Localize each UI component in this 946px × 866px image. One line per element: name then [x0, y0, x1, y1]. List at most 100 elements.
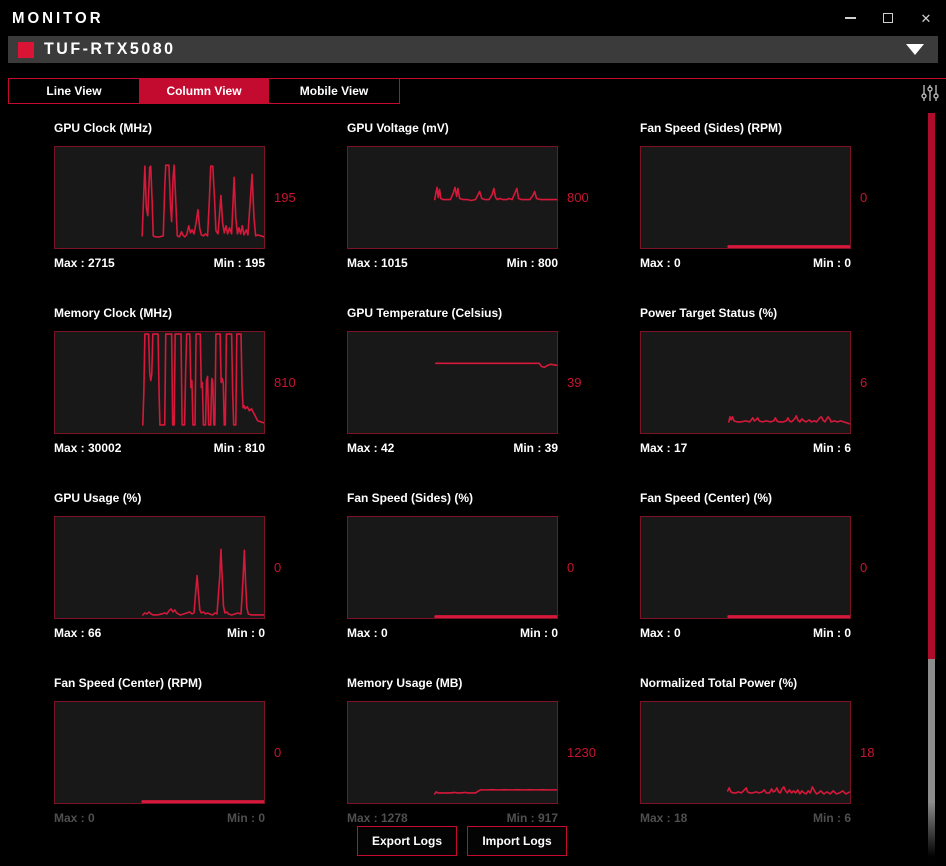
- sparkline: [641, 147, 850, 248]
- chart-title: Power Target Status (%): [640, 306, 778, 320]
- tab-mobile-view[interactable]: Mobile View: [269, 79, 399, 103]
- chart-min-label: Min : 0: [227, 811, 265, 825]
- device-selector[interactable]: TUF-RTX5080: [8, 36, 938, 63]
- chart-card: GPU Clock (MHz) 195 Max : 2715 Min : 195: [54, 105, 347, 290]
- chart-title: Fan Speed (Center) (%): [640, 491, 773, 505]
- sparkline: [348, 147, 557, 248]
- chart-card: Fan Speed (Center) (RPM) 0 Max : 0 Min :…: [54, 660, 347, 845]
- device-color-swatch: [18, 41, 34, 58]
- chart-area: [347, 331, 558, 434]
- scrollbar-thumb[interactable]: [928, 113, 935, 659]
- close-button[interactable]: ✕: [918, 10, 934, 26]
- chart-row: 0: [640, 146, 933, 249]
- monitor-window: MONITOR ✕ TUF-RTX5080 Line View Column V…: [0, 0, 946, 866]
- scrollbar-track[interactable]: [928, 659, 935, 857]
- chart-card: Normalized Total Power (%) 18 Max : 18 M…: [640, 660, 933, 845]
- chart-area: [347, 516, 558, 619]
- chart-row: 0: [54, 516, 347, 619]
- chart-min-label: Min : 39: [513, 441, 558, 455]
- chart-maxmin-row: Max : 66 Min : 0: [54, 626, 265, 640]
- sliders-icon[interactable]: [920, 84, 940, 102]
- restore-button[interactable]: [880, 10, 896, 26]
- sparkline: [641, 517, 850, 618]
- chart-row: 6: [640, 331, 933, 434]
- chart-min-label: Min : 195: [213, 256, 265, 270]
- chart-maxmin-row: Max : 0 Min : 0: [54, 811, 265, 825]
- chart-max-label: Max : 0: [640, 256, 681, 270]
- chart-current-value: 0: [860, 560, 868, 575]
- chart-grid: GPU Clock (MHz) 195 Max : 2715 Min : 195…: [54, 105, 933, 845]
- chart-current-value: 18: [860, 745, 875, 760]
- chart-row: 1230: [347, 701, 640, 804]
- chart-maxmin-row: Max : 42 Min : 39: [347, 441, 558, 455]
- chart-current-value: 810: [274, 375, 296, 390]
- chart-title: GPU Voltage (mV): [347, 121, 449, 135]
- export-logs-button[interactable]: Export Logs: [357, 826, 457, 856]
- chart-title: GPU Clock (MHz): [54, 121, 153, 135]
- tab-line-view[interactable]: Line View: [9, 79, 139, 103]
- chart-current-value: 0: [860, 190, 868, 205]
- chart-current-value: 0: [274, 560, 282, 575]
- footer-buttons: Export Logs Import Logs: [357, 826, 567, 856]
- chart-max-label: Max : 17: [640, 441, 688, 455]
- chart-max-label: Max : 0: [347, 626, 388, 640]
- chart-row: 195: [54, 146, 347, 249]
- chart-max-label: Max : 1278: [347, 811, 408, 825]
- chart-row: 0: [640, 516, 933, 619]
- sparkline: [641, 332, 850, 433]
- chart-max-label: Max : 30002: [54, 441, 122, 455]
- chart-area: [54, 516, 265, 619]
- chart-min-label: Min : 810: [213, 441, 265, 455]
- chart-max-label: Max : 18: [640, 811, 688, 825]
- chart-area: [54, 331, 265, 434]
- chart-area: [54, 146, 265, 249]
- chart-current-value: 0: [274, 745, 282, 760]
- chart-row: 0: [347, 516, 640, 619]
- chart-row: 18: [640, 701, 933, 804]
- chart-card: Memory Clock (MHz) 810 Max : 30002 Min :…: [54, 290, 347, 475]
- chart-min-label: Min : 0: [520, 626, 558, 640]
- restore-icon: [883, 13, 893, 23]
- chart-min-label: Min : 6: [813, 811, 851, 825]
- chart-area: [54, 701, 265, 804]
- sparkline: [55, 147, 264, 248]
- chart-card: GPU Temperature (Celsius) 39 Max : 42 Mi…: [347, 290, 640, 475]
- chart-title: Fan Speed (Sides) (%): [347, 491, 474, 505]
- chart-area: [640, 146, 851, 249]
- chart-card: Power Target Status (%) 6 Max : 17 Min :…: [640, 290, 933, 475]
- chart-card: Fan Speed (Sides) (%) 0 Max : 0 Min : 0: [347, 475, 640, 660]
- chart-area: [640, 701, 851, 804]
- sparkline: [641, 702, 850, 803]
- chart-max-label: Max : 66: [54, 626, 102, 640]
- chart-row: 39: [347, 331, 640, 434]
- chart-title: Memory Clock (MHz): [54, 306, 173, 320]
- chart-row: 800: [347, 146, 640, 249]
- chart-area: [347, 146, 558, 249]
- window-controls: ✕: [842, 10, 934, 26]
- import-logs-button[interactable]: Import Logs: [467, 826, 567, 856]
- chart-title: Fan Speed (Sides) (RPM): [640, 121, 783, 135]
- chart-area: [347, 701, 558, 804]
- tab-column-view[interactable]: Column View: [139, 79, 269, 103]
- chart-max-label: Max : 0: [640, 626, 681, 640]
- close-icon: ✕: [920, 10, 932, 26]
- title-bar: MONITOR ✕: [0, 0, 946, 36]
- vertical-scrollbar[interactable]: [928, 113, 935, 857]
- chevron-down-icon[interactable]: [906, 44, 924, 55]
- chart-area: [640, 516, 851, 619]
- chart-min-label: Min : 0: [813, 256, 851, 270]
- chart-maxmin-row: Max : 1278 Min : 917: [347, 811, 558, 825]
- chart-current-value: 195: [274, 190, 296, 205]
- sparkline: [55, 517, 264, 618]
- chart-min-label: Min : 6: [813, 441, 851, 455]
- chart-maxmin-row: Max : 0 Min : 0: [347, 626, 558, 640]
- device-name: TUF-RTX5080: [44, 40, 176, 58]
- chart-area: [640, 331, 851, 434]
- chart-row: 0: [54, 701, 347, 804]
- chart-max-label: Max : 1015: [347, 256, 408, 270]
- chart-current-value: 39: [567, 375, 582, 390]
- chart-current-value: 800: [567, 190, 589, 205]
- minimize-button[interactable]: [842, 10, 858, 26]
- minimize-icon: [844, 17, 856, 19]
- chart-maxmin-row: Max : 18 Min : 6: [640, 811, 851, 825]
